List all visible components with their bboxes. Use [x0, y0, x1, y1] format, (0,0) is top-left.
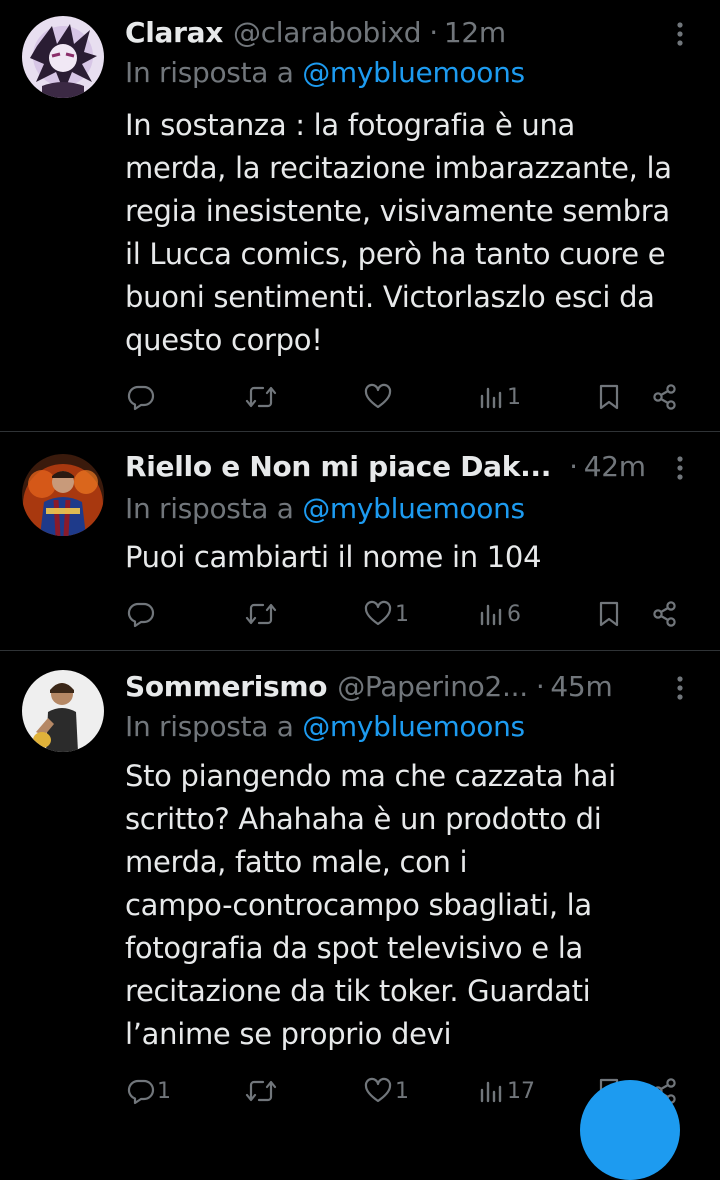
separator-dot: ·	[535, 669, 545, 703]
author-handle[interactable]: @clarabobixd	[233, 16, 422, 49]
views-icon	[480, 387, 502, 409]
views-count: 1	[507, 384, 521, 410]
avatar[interactable]	[22, 16, 104, 98]
tweet-3[interactable]: Sommerismo @Paperino2... · 45m In rispos…	[0, 651, 720, 1120]
reply-button[interactable]: 1	[127, 1071, 171, 1111]
separator-dot: ·	[429, 15, 438, 49]
tweet-text: In sostanza : la fotografia è una merda,…	[125, 108, 672, 357]
compose-button[interactable]	[580, 1080, 680, 1180]
timestamp[interactable]: 12m	[444, 16, 506, 49]
reply-mention-link[interactable]: @mybluemoons	[302, 492, 525, 525]
avatar[interactable]	[22, 454, 104, 536]
reply-mention-link[interactable]: @mybluemoons	[302, 710, 525, 743]
bookmark-icon	[599, 384, 619, 410]
retweet-button[interactable]	[245, 1071, 279, 1111]
more-options-icon[interactable]	[670, 448, 690, 488]
reply-button[interactable]	[127, 594, 157, 634]
share-icon	[653, 384, 676, 410]
views-button[interactable]: 1	[479, 377, 521, 417]
retweet-button[interactable]	[245, 377, 279, 417]
reply-button[interactable]	[127, 377, 157, 417]
more-options-icon[interactable]	[670, 668, 690, 708]
share-icon	[653, 601, 676, 627]
separator-dot: ·	[569, 449, 578, 483]
tweet-actions: 1	[0, 377, 720, 417]
bookmark-button[interactable]	[597, 377, 621, 417]
tweet-2[interactable]: Riello e Non mi piace Dak... · 42m In ri…	[0, 432, 720, 650]
heart-icon	[364, 1077, 392, 1103]
reply-context: In risposta a @mybluemoons	[125, 56, 525, 89]
bookmark-button[interactable]	[597, 594, 621, 634]
reply-mention-link[interactable]: @mybluemoons	[302, 56, 525, 89]
author-name[interactable]: Riello e Non mi piace Dak...	[125, 450, 551, 483]
views-icon	[480, 604, 502, 626]
retweet-icon	[245, 386, 277, 408]
timestamp[interactable]: 42m	[584, 450, 646, 483]
like-button[interactable]: 1	[363, 594, 409, 634]
like-count: 1	[395, 601, 409, 627]
reply-icon	[127, 1079, 155, 1105]
share-button[interactable]	[651, 377, 679, 417]
heart-icon	[364, 383, 392, 409]
reply-count: 1	[157, 1078, 171, 1104]
views-count: 6	[507, 601, 521, 627]
views-count: 17	[507, 1078, 535, 1104]
reply-prefix: In risposta a	[125, 710, 294, 743]
author-name[interactable]: Clarax	[125, 16, 223, 49]
reply-icon	[127, 385, 155, 411]
views-icon	[480, 1081, 502, 1103]
reply-prefix: In risposta a	[125, 492, 294, 525]
reply-icon	[127, 602, 155, 628]
reply-context: In risposta a @mybluemoons	[125, 492, 525, 525]
avatar[interactable]	[22, 670, 104, 752]
author-name[interactable]: Sommerismo	[125, 670, 328, 703]
like-button[interactable]: 1	[363, 1071, 409, 1111]
tweet-text: Sto piangendo ma che cazzata hai scritto…	[125, 759, 616, 1051]
views-button[interactable]: 6	[479, 594, 521, 634]
like-count: 1	[395, 1078, 409, 1104]
heart-icon	[364, 600, 392, 626]
tweet-1[interactable]: Clarax @clarabobixd · 12m In risposta a …	[0, 0, 720, 430]
reply-context: In risposta a @mybluemoons	[125, 710, 525, 743]
reply-prefix: In risposta a	[125, 56, 294, 89]
more-options-icon[interactable]	[670, 14, 690, 54]
timestamp[interactable]: 45m	[550, 670, 612, 703]
author-handle[interactable]: @Paperino2...	[337, 670, 528, 703]
retweet-button[interactable]	[245, 594, 279, 634]
retweet-icon	[245, 603, 277, 625]
like-button[interactable]	[363, 377, 395, 417]
views-button[interactable]: 17	[479, 1071, 535, 1111]
retweet-icon	[245, 1080, 277, 1102]
tweet-text: Puoi cambiarti il nome in 104	[125, 540, 542, 574]
share-button[interactable]	[651, 594, 679, 634]
bookmark-icon	[599, 601, 619, 627]
tweet-actions: 1 6	[0, 594, 720, 634]
